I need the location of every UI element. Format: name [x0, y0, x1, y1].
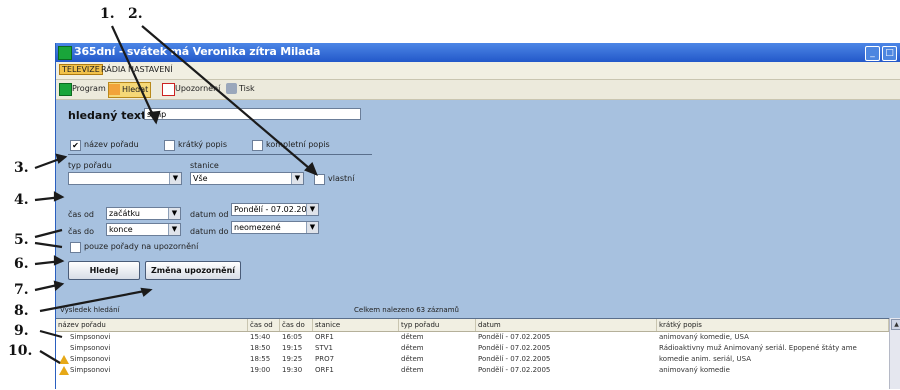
annotation-arrows [34, 25, 318, 364]
annotation-marker-1: 1. [100, 6, 115, 22]
arrow-5a [34, 228, 63, 239]
arrowhead-1 [148, 110, 161, 125]
arrowhead-6 [53, 255, 65, 266]
annotation-marker-4: 4. [14, 192, 29, 208]
arrowhead-8 [140, 287, 153, 297]
arrowhead-4 [53, 191, 65, 202]
arrowhead-7 [53, 280, 65, 292]
annotation-marker-2: 2. [128, 6, 143, 22]
arrow-8 [39, 288, 151, 313]
annotation-marker-3: 3. [14, 160, 29, 176]
annotation-marker-10: 10. [8, 343, 33, 359]
annotation-marker-6: 6. [14, 256, 29, 272]
arrow-10 [39, 350, 61, 364]
arrow-9 [39, 329, 63, 339]
arrowhead-3 [55, 153, 68, 164]
annotation-marker-8: 8. [14, 303, 29, 319]
arrow-2 [141, 25, 317, 175]
annotation-marker-9: 9. [14, 323, 29, 339]
annotation-marker-7: 7. [14, 282, 29, 298]
arrow-5b [34, 241, 63, 249]
arrow-1 [111, 25, 157, 123]
annotation-marker-5: 5. [14, 232, 29, 248]
